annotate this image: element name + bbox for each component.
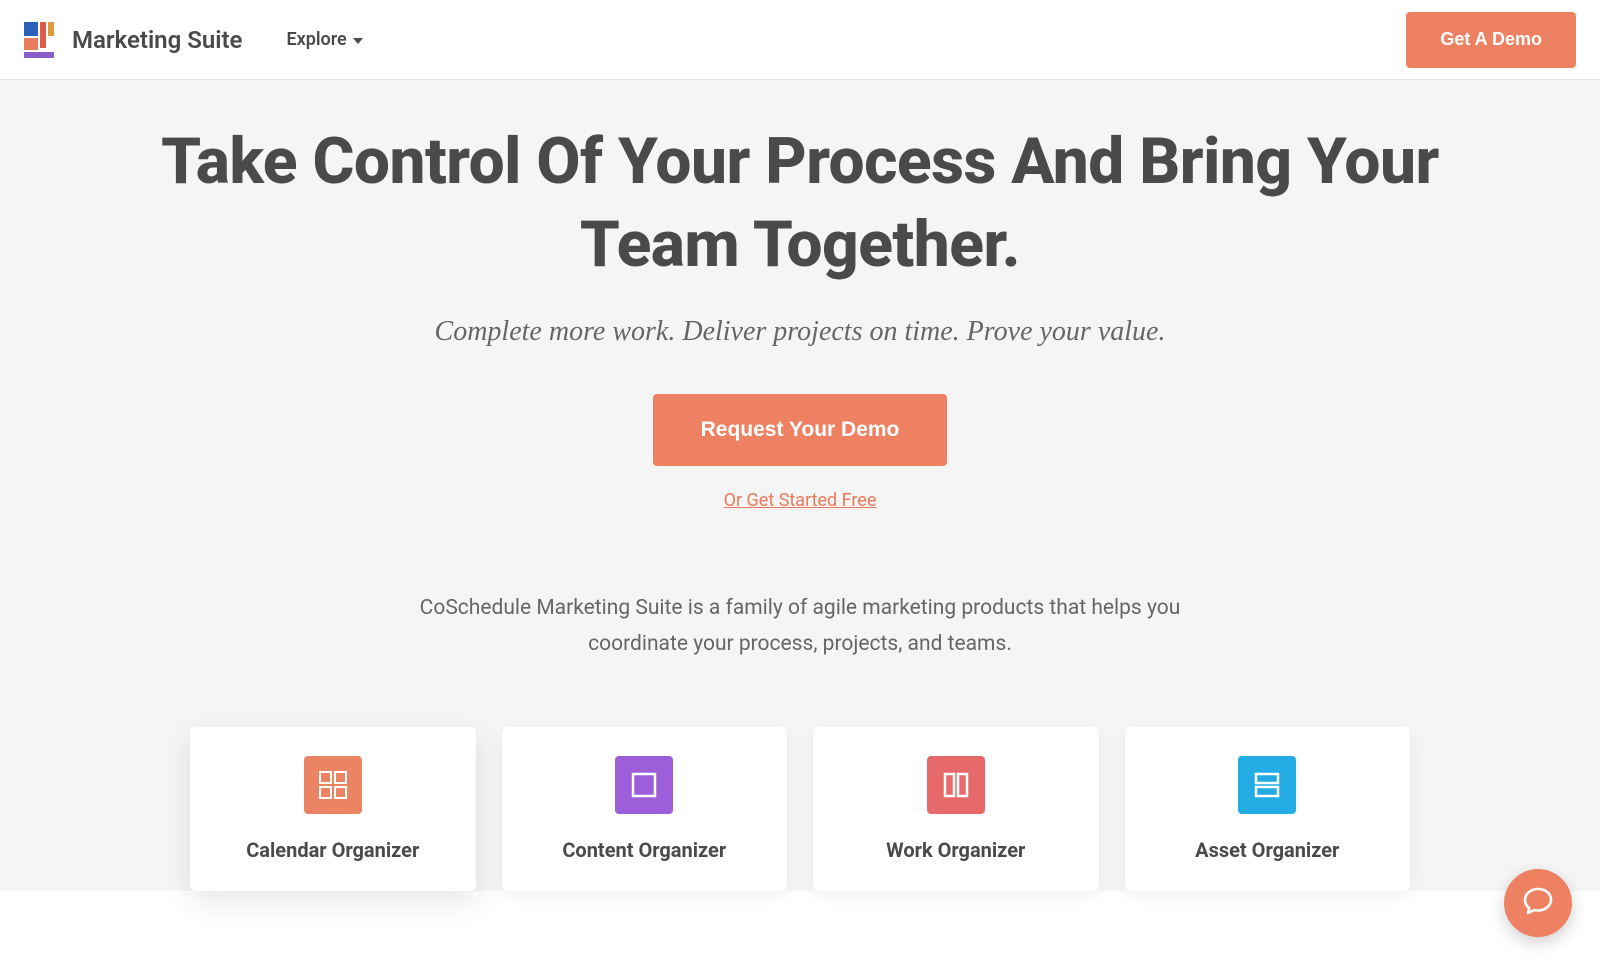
- chat-icon: [1522, 885, 1554, 921]
- asset-organizer-icon: [1238, 756, 1296, 814]
- calendar-organizer-icon: [304, 756, 362, 814]
- card-asset-organizer[interactable]: Asset Organizer: [1125, 727, 1411, 891]
- hero-subtitle: Complete more work. Deliver projects on …: [150, 316, 1450, 348]
- card-title: Asset Organizer: [1195, 838, 1339, 862]
- work-organizer-icon: [927, 756, 985, 814]
- hero-section: Take Control Of Your Process And Bring Y…: [0, 80, 1600, 891]
- card-content-organizer[interactable]: Content Organizer: [502, 727, 788, 891]
- site-header: Marketing Suite Explore Get A Demo: [0, 0, 1600, 80]
- chat-button[interactable]: [1504, 869, 1572, 937]
- nav-explore-label: Explore: [286, 29, 346, 50]
- card-title: Work Organizer: [886, 838, 1025, 862]
- brand-name: Marketing Suite: [72, 26, 242, 54]
- hero-title: Take Control Of Your Process And Bring Y…: [150, 120, 1450, 286]
- get-started-free-link[interactable]: Or Get Started Free: [724, 490, 877, 511]
- hero-description: CoSchedule Marketing Suite is a family o…: [370, 591, 1230, 662]
- card-title: Content Organizer: [562, 838, 726, 862]
- card-calendar-organizer[interactable]: Calendar Organizer: [190, 727, 476, 891]
- nav-explore-dropdown[interactable]: Explore: [286, 29, 362, 50]
- request-demo-button[interactable]: Request Your Demo: [653, 394, 948, 466]
- product-cards: Calendar Organizer Content Organizer: [150, 727, 1450, 891]
- chevron-down-icon: [353, 38, 363, 44]
- get-a-demo-button[interactable]: Get A Demo: [1406, 12, 1576, 68]
- card-title: Calendar Organizer: [246, 838, 419, 862]
- content-organizer-icon: [615, 756, 673, 814]
- brand-logo[interactable]: Marketing Suite: [24, 22, 242, 58]
- card-work-organizer[interactable]: Work Organizer: [813, 727, 1099, 891]
- logo-mark-icon: [24, 22, 60, 58]
